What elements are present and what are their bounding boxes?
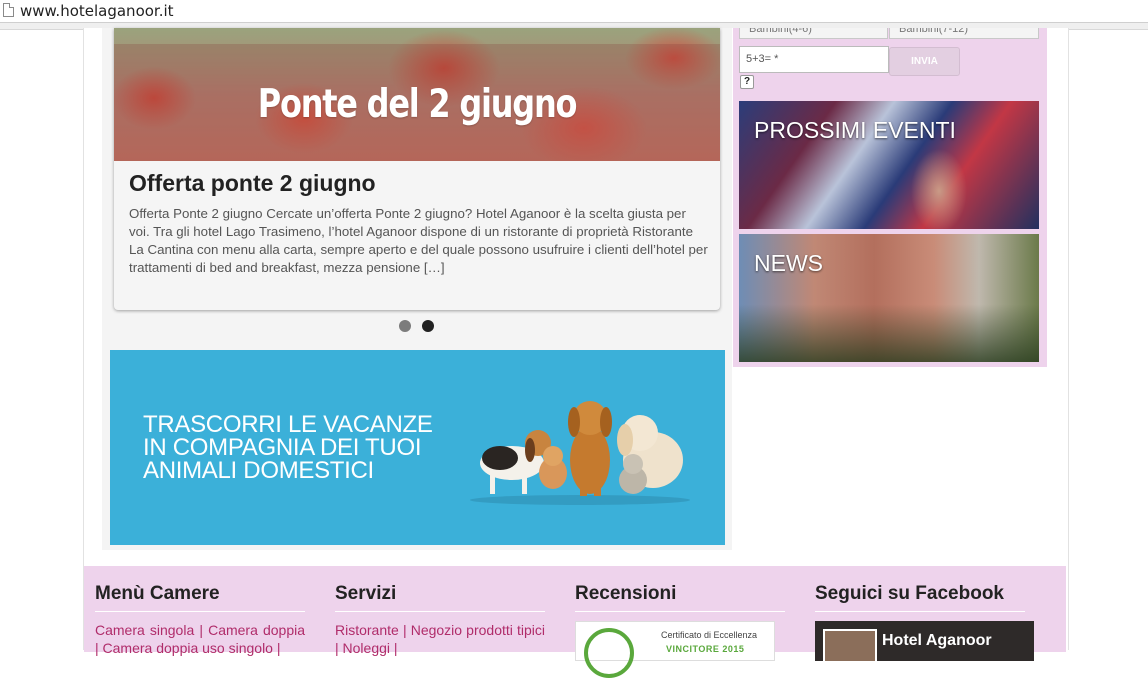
footer-rooms-links: Camera singola | Camera doppia | Camera … [95, 621, 305, 657]
certificate-title: Certificato di Eccellenza [661, 630, 758, 640]
footer-rooms-rule [95, 611, 305, 612]
submit-button[interactable]: INVIA [889, 47, 960, 76]
link-separator: | [335, 640, 339, 656]
slide-excerpt: Offerta Ponte 2 giugno Cercate un’offert… [129, 206, 708, 275]
slide-image[interactable]: Ponte del 2 giugno [114, 28, 720, 161]
captcha-help-button[interactable]: ? [740, 75, 754, 89]
tripadvisor-certificate[interactable]: Certificato di Eccellenza VINCITORE 2015 [575, 621, 775, 678]
footer-facebook-rule [815, 611, 1025, 612]
certificate-subtitle: VINCITORE 2015 [666, 644, 745, 654]
footer-link-double-single-use[interactable]: Camera doppia uso singolo [103, 640, 273, 656]
children-7-12-select[interactable]: Bambini(7-12) [889, 28, 1039, 39]
link-separator: | [95, 640, 99, 656]
footer-services-links: Ristorante | Negozio prodotti tipici | N… [335, 621, 545, 657]
pets-illustration [470, 401, 690, 505]
footer-link-single-room[interactable]: Camera singola [95, 622, 194, 638]
captcha-input[interactable]: 5+3= * [739, 46, 889, 73]
pets-banner[interactable]: TRASCORRI LE VACANZE IN COMPAGNIA DEI TU… [110, 350, 725, 545]
footer-facebook-title: Seguici su Facebook [815, 583, 1004, 604]
footer-services-rule [335, 611, 545, 612]
link-separator: | [276, 640, 281, 656]
url-text[interactable]: www.hotelaganoor.it [20, 2, 174, 20]
events-tile-label: PROSSIMI EVENTI [754, 117, 956, 143]
facebook-page-avatar [823, 629, 877, 661]
facebook-widget[interactable]: Hotel Aganoor [815, 621, 1034, 661]
link-separator: | [199, 622, 203, 638]
offer-slide[interactable]: Ponte del 2 giugno Offerta ponte 2 giugn… [114, 28, 720, 310]
footer-link-shop[interactable]: Negozio prodotti tipici [411, 622, 545, 638]
link-separator: | [402, 622, 407, 638]
page-icon [3, 3, 14, 17]
tripadvisor-owl-icon [584, 628, 634, 678]
slide-title[interactable]: Offerta ponte 2 giugno [129, 170, 376, 197]
children-4-6-select[interactable]: Bambini(4-6) [739, 28, 888, 39]
footer-link-rentals[interactable]: Noleggi [343, 640, 390, 656]
slider-dot-1[interactable] [399, 320, 411, 332]
footer-link-restaurant[interactable]: Ristorante [335, 622, 399, 638]
footer-reviews-title: Recensioni [575, 583, 677, 604]
news-tile[interactable]: NEWS [739, 234, 1039, 362]
footer-reviews-rule [575, 611, 785, 612]
events-tile[interactable]: PROSSIMI EVENTI [739, 101, 1039, 229]
news-tile-label: NEWS [754, 250, 823, 276]
footer-link-double-room[interactable]: Camera doppia [208, 622, 305, 638]
banner-text: TRASCORRI LE VACANZE IN COMPAGNIA DEI TU… [143, 411, 433, 484]
link-separator: | [393, 640, 398, 656]
footer-services-title: Servizi [335, 583, 397, 604]
slider-dot-2[interactable] [422, 320, 434, 332]
address-bar[interactable]: www.hotelaganoor.it [0, 0, 1148, 23]
facebook-page-name[interactable]: Hotel Aganoor [882, 632, 992, 650]
slide-image-title: Ponte del 2 giugno [257, 82, 578, 127]
footer-rooms-title: Menù Camere [95, 583, 220, 604]
